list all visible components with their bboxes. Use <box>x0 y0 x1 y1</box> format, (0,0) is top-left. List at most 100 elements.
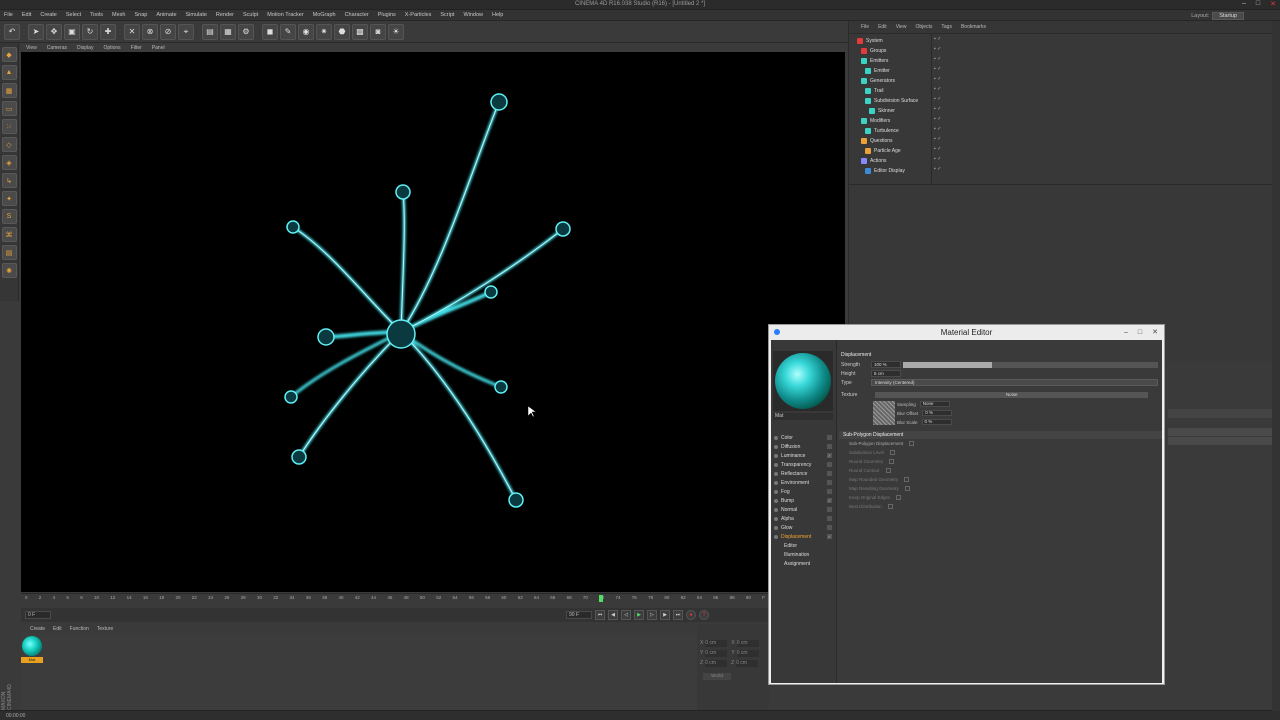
spd-option-checkbox[interactable] <box>890 450 896 455</box>
menu-select[interactable]: Select <box>66 12 81 18</box>
menu-help[interactable]: Help <box>492 12 503 18</box>
object-tree-row[interactable]: Trail <box>857 86 941 96</box>
edges-mode-icon[interactable]: ◇ <box>1 137 17 152</box>
material-editor-titlebar[interactable]: Material Editor – □ ✕ <box>769 325 1164 340</box>
menu-snap[interactable]: Snap <box>134 12 147 18</box>
spline-icon[interactable]: ✎ <box>280 23 296 40</box>
camera-icon[interactable]: ◙ <box>370 23 386 40</box>
record-icon[interactable]: ● <box>686 610 696 620</box>
menu-edit[interactable]: Edit <box>22 12 31 18</box>
object-visibility-toggle[interactable]: ▪ ✓ <box>934 106 964 116</box>
scale-icon[interactable]: ▣ <box>64 23 80 40</box>
rotate-icon[interactable]: ↻ <box>82 23 98 40</box>
material-thumbnail[interactable]: Mat <box>21 636 43 666</box>
spd-option-checkbox[interactable] <box>889 459 895 464</box>
next-frame-icon[interactable]: ▷ <box>647 610 657 620</box>
menu-motion-tracker[interactable]: Motion Tracker <box>267 12 303 18</box>
menu-character[interactable]: Character <box>345 12 369 18</box>
object-tree-row[interactable]: Skinner <box>857 106 941 116</box>
object-menu-tags[interactable]: Tags <box>941 24 952 30</box>
channel-reflectance[interactable]: Reflectance <box>774 469 832 478</box>
channel-checkbox[interactable]: ✓ <box>827 498 832 503</box>
object-menu-view[interactable]: View <box>896 24 907 30</box>
menu-simulate[interactable]: Simulate <box>186 12 207 18</box>
channel-bump[interactable]: Bump ✓ <box>774 496 832 505</box>
y-axis-icon[interactable]: ⊗ <box>142 23 158 40</box>
model-mode-icon[interactable]: ▲ <box>1 65 17 80</box>
me-minimize-icon[interactable]: – <box>1124 325 1128 340</box>
material-preview[interactable] <box>773 351 833 411</box>
nurbs-icon[interactable]: ◉ <box>298 23 314 40</box>
layout-value[interactable]: Startup <box>1212 12 1244 20</box>
coord-apply-mode[interactable]: World <box>703 673 731 680</box>
object-visibility-toggle[interactable]: ▪ ✓ <box>934 66 964 76</box>
menu-create[interactable]: Create <box>40 12 57 18</box>
menu-animate[interactable]: Animate <box>156 12 176 18</box>
channel-luminance[interactable]: Luminance ✓ <box>774 451 832 460</box>
object-menu-objects[interactable]: Objects <box>915 24 932 30</box>
axis-mode-icon[interactable]: ↳ <box>1 173 17 188</box>
me-close-icon[interactable]: ✕ <box>1152 325 1158 340</box>
snap-icon[interactable]: ⌘ <box>1 227 17 242</box>
me-maximize-icon[interactable]: □ <box>1138 325 1142 340</box>
render-view-icon[interactable]: ▤ <box>202 23 218 40</box>
side-tabs[interactable] <box>1272 21 1280 711</box>
array-icon[interactable]: ✷ <box>316 23 332 40</box>
coord-size-field[interactable]: 0 cm <box>736 639 759 647</box>
points-mode-icon[interactable]: ⁙ <box>1 119 17 134</box>
material-menu-edit[interactable]: Edit <box>53 626 62 632</box>
object-visibility-toggle[interactable]: ▪ ✓ <box>934 166 964 176</box>
spd-option-checkbox[interactable] <box>896 495 902 500</box>
coord-size-field[interactable]: 0 cm <box>736 659 759 667</box>
channel-checkbox[interactable] <box>827 489 832 494</box>
lock-workplane-icon[interactable]: ▤ <box>1 245 17 260</box>
next-key-icon[interactable]: ▶ <box>660 610 670 620</box>
object-menu-edit[interactable]: Edit <box>878 24 887 30</box>
coord-size-field[interactable]: 0 cm <box>736 649 759 657</box>
object-tree-row[interactable]: Editor Display <box>857 166 941 176</box>
spd-option-checkbox[interactable] <box>885 468 891 473</box>
viewport-menu-view[interactable]: View <box>26 45 37 51</box>
object-visibility-toggle[interactable]: ▪ ✓ <box>934 156 964 166</box>
menu-plugins[interactable]: Plugins <box>378 12 396 18</box>
object-tree-row[interactable]: Groups <box>857 46 941 56</box>
viewport-menu-panel[interactable]: Panel <box>152 45 165 51</box>
play-icon[interactable]: ▶ <box>634 610 644 620</box>
height-input[interactable]: 5 cm <box>871 370 901 377</box>
texture-shader-button[interactable]: Noise <box>875 391 1148 398</box>
spd-option-checkbox[interactable] <box>904 477 910 482</box>
go-to-end-icon[interactable]: ⏭ <box>673 610 683 620</box>
coord-position-field[interactable]: 0 cm <box>705 659 728 667</box>
blur-scale-input[interactable]: 0 % <box>921 419 952 425</box>
strength-slider[interactable] <box>903 361 1158 368</box>
object-visibility-toggle[interactable]: ▪ ✓ <box>934 86 964 96</box>
viewport-menu-options[interactable]: Options <box>103 45 120 51</box>
minimize-icon[interactable]: – <box>1242 0 1246 8</box>
channel-editor[interactable]: Editor <box>774 541 832 550</box>
material-name-field[interactable]: Mat <box>773 413 833 420</box>
material-menu-texture[interactable]: Texture <box>97 626 113 632</box>
menu-window[interactable]: Window <box>463 12 483 18</box>
undo-icon[interactable]: ↶ <box>4 23 20 40</box>
solo-icon[interactable]: S <box>1 209 17 224</box>
start-frame-field[interactable]: 0 F <box>25 611 51 619</box>
object-tree-row[interactable]: Generators <box>857 76 941 86</box>
timeline-ruler[interactable]: 0 2 4 6 8 10 12 14 16 18 20 22 24 26 28 30 32 34 36 38 40 42 4… <box>21 593 769 607</box>
channel-checkbox[interactable] <box>827 525 832 530</box>
channel-checkbox[interactable] <box>827 462 832 467</box>
object-tree-row[interactable]: Questions <box>857 136 941 146</box>
coord-position-field[interactable]: 0 cm <box>705 649 728 657</box>
sampling-dropdown[interactable]: None <box>919 401 950 407</box>
object-visibility-toggle[interactable]: ▪ ✓ <box>934 56 964 66</box>
light-icon[interactable]: ☀ <box>388 23 404 40</box>
maximize-icon[interactable]: □ <box>1256 0 1260 8</box>
object-visibility-toggle[interactable]: ▪ ✓ <box>934 126 964 136</box>
timeline-playhead[interactable] <box>599 595 603 602</box>
coordinate-system-icon[interactable]: ⌖ <box>178 23 194 40</box>
channel-checkbox[interactable] <box>827 435 832 440</box>
viewport-menu-display[interactable]: Display <box>77 45 93 51</box>
channel-environment[interactable]: Environment <box>774 478 832 487</box>
object-tree-row[interactable]: Subdivision Surface <box>857 96 941 106</box>
channel-diffusion[interactable]: Diffusion <box>774 442 832 451</box>
object-visibility-toggle[interactable]: ▪ ✓ <box>934 46 964 56</box>
